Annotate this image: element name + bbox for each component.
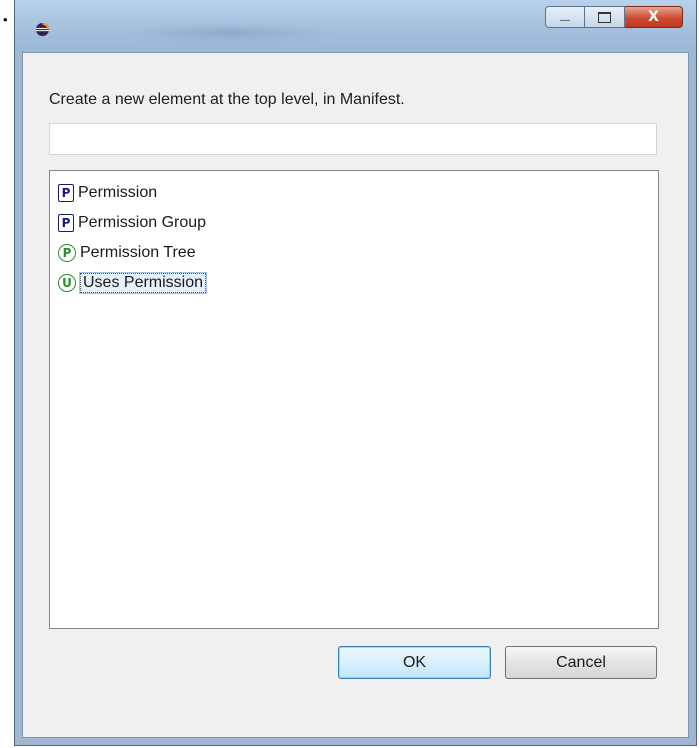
eclipse-icon <box>35 22 50 37</box>
cancel-button[interactable]: Cancel <box>505 646 657 679</box>
minimize-button[interactable]: — <box>545 6 585 28</box>
close-icon: X <box>648 9 659 25</box>
uses-permission-icon: U <box>58 274 76 292</box>
window-title <box>125 24 335 42</box>
list-item-permission[interactable]: P Permission <box>58 181 157 205</box>
minimize-icon: — <box>560 14 570 26</box>
element-list[interactable]: P Permission P Permission Group P Permis… <box>49 170 659 629</box>
dialog-prompt: Create a new element at the top level, i… <box>49 91 405 108</box>
maximize-button[interactable] <box>585 6 625 28</box>
list-item-permission-tree[interactable]: P Permission Tree <box>58 241 196 265</box>
dialog-body: Create a new element at the top level, i… <box>22 52 689 738</box>
maximize-icon <box>598 11 611 23</box>
caption-buttons: — X <box>545 6 683 28</box>
ok-button[interactable]: OK <box>338 646 491 679</box>
list-item-uses-permission[interactable]: U Uses Permission <box>58 271 208 295</box>
list-item-label: Permission <box>78 184 158 201</box>
list-item-label: Uses Permission <box>78 272 208 294</box>
bullet: • <box>3 12 8 27</box>
permission-icon: P <box>58 184 74 202</box>
list-item-permission-group[interactable]: P Permission Group <box>58 211 206 235</box>
permission-group-icon: P <box>58 214 74 232</box>
dialog-window: — X Create a new element at the top leve… <box>14 0 697 746</box>
list-item-label: Permission Tree <box>80 244 196 261</box>
title-bar[interactable]: — X <box>15 0 696 52</box>
filter-input[interactable] <box>49 123 657 155</box>
close-button[interactable]: X <box>625 6 683 28</box>
list-item-label: Permission Group <box>78 214 207 231</box>
permission-tree-icon: P <box>58 244 76 262</box>
